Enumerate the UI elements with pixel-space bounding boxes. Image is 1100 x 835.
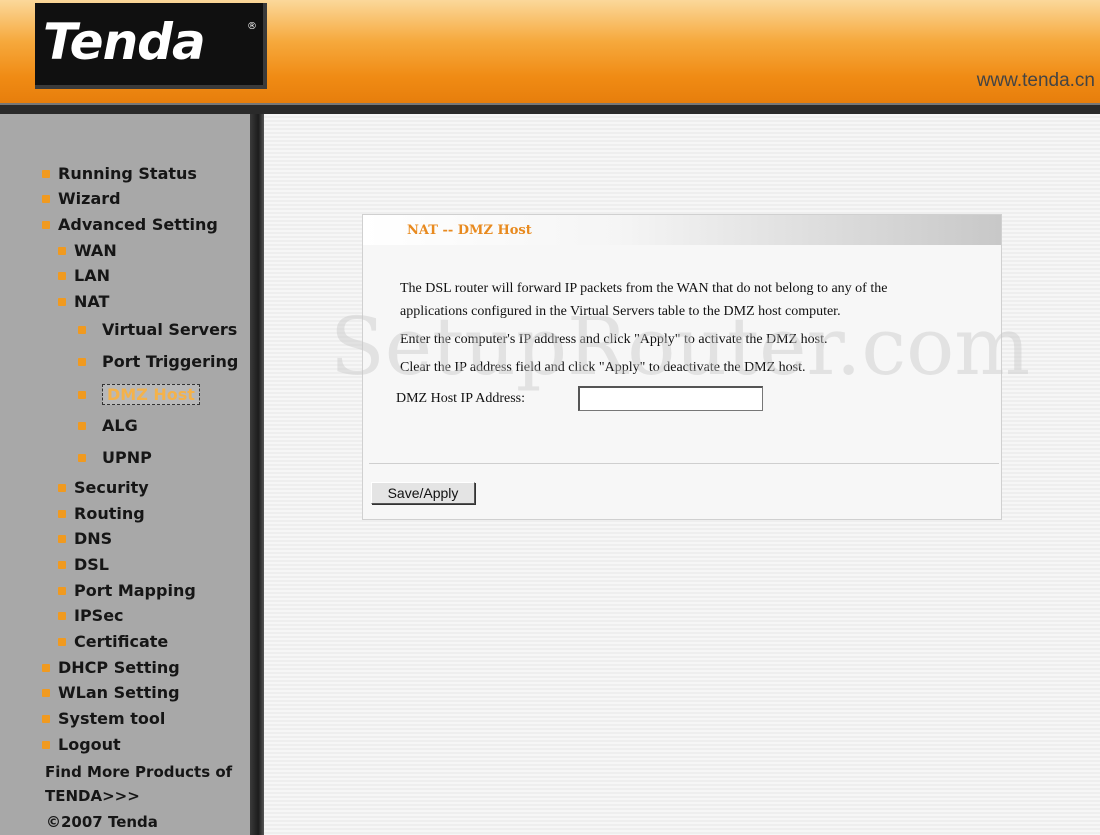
- site-url: www.tenda.cn: [976, 70, 1095, 91]
- sidebar-item-upnp[interactable]: UPNP: [78, 448, 152, 467]
- sidebar-item-dmz-host[interactable]: DMZ Host: [78, 384, 200, 405]
- bullet-icon: [42, 740, 50, 749]
- sidebar-item-dsl[interactable]: DSL: [58, 555, 109, 574]
- sidebar-item-dhcp-setting[interactable]: DHCP Setting: [42, 658, 180, 677]
- bullet-icon: [78, 357, 86, 366]
- dmz-host-ip-label: DMZ Host IP Address:: [396, 391, 525, 406]
- sidebar-item-system-tool[interactable]: System tool: [42, 709, 165, 728]
- sidebar-item-security[interactable]: Security: [58, 478, 149, 497]
- sidebar-item-lan[interactable]: LAN: [58, 266, 110, 285]
- sidebar-item-dns[interactable]: DNS: [58, 529, 112, 548]
- bullet-icon: [58, 534, 66, 543]
- sidebar-edge: [250, 114, 264, 835]
- bullet-icon: [42, 714, 50, 723]
- description-line-3: Enter the computer's IP address and clic…: [400, 332, 828, 347]
- bullet-icon: [78, 453, 86, 462]
- bullet-icon: [58, 297, 66, 306]
- sidebar-item-ipsec[interactable]: IPSec: [58, 606, 124, 625]
- logo-text: Tenda: [43, 13, 206, 71]
- bullet-icon: [42, 220, 50, 229]
- bullet-icon: [42, 663, 50, 672]
- bullet-icon: [58, 246, 66, 255]
- sidebar-item-certificate[interactable]: Certificate: [58, 632, 168, 651]
- bullet-icon: [42, 169, 50, 178]
- bullet-icon: [58, 611, 66, 620]
- sidebar-item-logout[interactable]: Logout: [42, 735, 121, 754]
- bullet-icon: [58, 271, 66, 280]
- description-line-2: applications configured in the Virtual S…: [400, 304, 841, 319]
- sidebar-item-port-mapping[interactable]: Port Mapping: [58, 581, 196, 600]
- sidebar-item-nat[interactable]: NAT: [58, 292, 109, 311]
- bullet-icon: [58, 509, 66, 518]
- dmz-host-panel: NAT -- DMZ Host The DSL router will forw…: [362, 214, 1002, 520]
- sidebar-item-port-triggering[interactable]: Port Triggering: [78, 352, 238, 371]
- page-header: Tenda ® www.tenda.cn: [0, 0, 1100, 103]
- bullet-icon: [42, 688, 50, 697]
- tenda-logo: Tenda ®: [35, 3, 267, 89]
- sidebar-item-wizard[interactable]: Wizard: [42, 189, 121, 208]
- sidebar-item-alg[interactable]: ALG: [78, 416, 138, 435]
- bullet-icon: [78, 390, 86, 399]
- bullet-icon: [42, 194, 50, 203]
- description-line-4: Clear the IP address field and click "Ap…: [400, 360, 806, 375]
- bullet-icon: [58, 560, 66, 569]
- bullet-icon: [78, 325, 86, 334]
- bullet-icon: [78, 421, 86, 430]
- sidebar-item-virtual-servers[interactable]: Virtual Servers: [78, 320, 237, 339]
- bullet-icon: [58, 637, 66, 646]
- logo-registered-mark: ®: [247, 21, 257, 32]
- panel-title-bar: NAT -- DMZ Host: [363, 215, 1001, 245]
- sidebar-item-running-status[interactable]: Running Status: [42, 164, 197, 183]
- panel-divider: [369, 463, 999, 464]
- bullet-icon: [58, 483, 66, 492]
- sidebar-item-advanced-setting[interactable]: Advanced Setting: [42, 215, 218, 234]
- copyright-text: ©2007 Tenda: [46, 813, 158, 831]
- save-apply-button[interactable]: Save/Apply: [371, 482, 475, 504]
- sidebar-item-routing[interactable]: Routing: [58, 504, 145, 523]
- sidebar-item-wlan-setting[interactable]: WLan Setting: [42, 683, 180, 702]
- dmz-host-ip-input[interactable]: [578, 386, 763, 411]
- page-title: NAT -- DMZ Host: [407, 223, 532, 238]
- find-more-products-link[interactable]: Find More Products of TENDA>>>: [40, 760, 245, 808]
- bullet-icon: [58, 586, 66, 595]
- header-divider-bar: [0, 103, 1100, 114]
- description-line-1: The DSL router will forward IP packets f…: [400, 281, 888, 296]
- sidebar-item-wan[interactable]: WAN: [58, 241, 117, 260]
